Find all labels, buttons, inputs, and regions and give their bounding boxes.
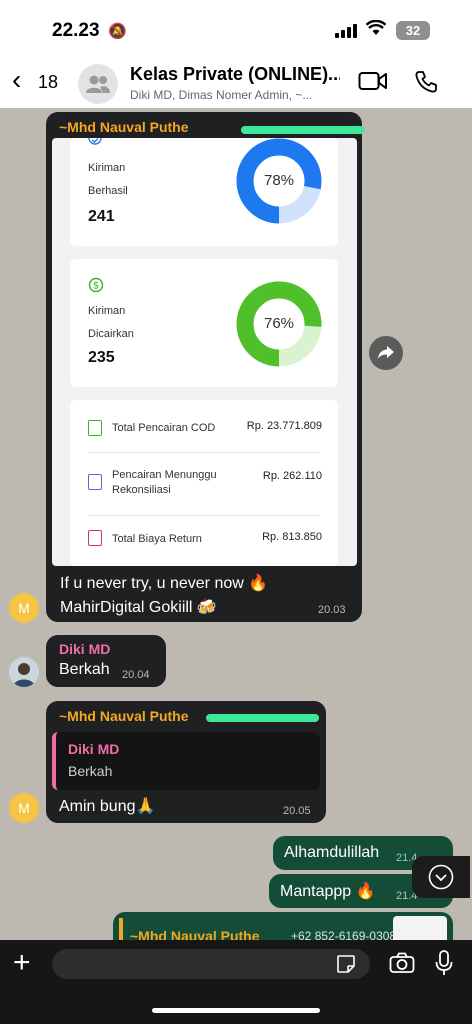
message-sender[interactable]: ~Mhd Nauval Puthe bbox=[59, 708, 189, 724]
document-return-icon bbox=[88, 530, 102, 546]
message-text: If u never try, u never now 🔥 bbox=[60, 575, 269, 592]
message-input[interactable] bbox=[52, 949, 370, 979]
clock: 22.23 bbox=[52, 20, 100, 41]
person-photo-icon bbox=[13, 663, 35, 687]
chat-header: ‹ 18 Kelas Private (ONLINE)... Diki MD, … bbox=[0, 58, 472, 108]
bell-muted-icon: 🔕 bbox=[108, 23, 127, 40]
quoted-text: Berkah bbox=[68, 763, 113, 779]
card-label: Kiriman bbox=[88, 305, 126, 317]
message-text: MahirDigital Gokiill 🍻 bbox=[60, 599, 217, 616]
chat-members[interactable]: Diki MD, Dimas Nomer Admin, ~... bbox=[130, 88, 340, 102]
battery-indicator: 32 bbox=[396, 21, 430, 40]
back-chevron-icon[interactable]: ‹ bbox=[12, 66, 21, 94]
message-text: Alhamdulillah bbox=[284, 844, 380, 861]
stat-card-berhasil: Kiriman Berhasil 241 78% bbox=[70, 138, 338, 246]
message-text: Mantappp 🔥 bbox=[280, 883, 376, 900]
wifi-icon bbox=[365, 19, 387, 41]
quoted-sender: Diki MD bbox=[68, 741, 120, 757]
forward-arrow-icon bbox=[378, 346, 394, 359]
status-bar: 22.23 🔕 32 bbox=[0, 0, 472, 58]
chevron-down-circle-icon bbox=[428, 864, 454, 890]
group-icon bbox=[86, 75, 110, 93]
unread-count[interactable]: 18 bbox=[38, 72, 58, 93]
summary-label: Total Pencairan COD bbox=[112, 422, 216, 434]
group-avatar[interactable] bbox=[78, 64, 118, 104]
message-text: Berkah bbox=[59, 661, 110, 678]
message-sender[interactable]: Diki MD bbox=[59, 641, 110, 657]
summary-value: Rp. 262.110 bbox=[262, 470, 322, 482]
divider bbox=[88, 515, 320, 516]
svg-text:$: $ bbox=[93, 281, 99, 292]
donut-chart-dicairkan: 76% bbox=[236, 281, 322, 367]
summary-value: Rp. 23.771.809 bbox=[246, 420, 322, 432]
sender-avatar-photo[interactable] bbox=[9, 657, 39, 687]
microphone-icon[interactable] bbox=[435, 950, 453, 981]
donut-percent: 78% bbox=[263, 172, 295, 189]
check-circle-icon bbox=[88, 138, 102, 145]
sender-avatar[interactable]: M bbox=[9, 793, 39, 823]
message-time: 20.04 bbox=[122, 669, 150, 681]
quoted-message[interactable]: Diki MD Berkah bbox=[52, 732, 320, 790]
phone-redaction-mark bbox=[241, 126, 365, 134]
home-indicator bbox=[152, 1008, 320, 1013]
donut-chart-berhasil: 78% bbox=[236, 138, 322, 224]
summary-label: Total Biaya Return bbox=[112, 533, 202, 545]
message-text: Amin bung🙏 bbox=[59, 798, 156, 815]
chat-title[interactable]: Kelas Private (ONLINE)... bbox=[130, 64, 340, 85]
phone-redaction-mark bbox=[206, 714, 319, 722]
signal-icon bbox=[335, 24, 359, 38]
sender-avatar[interactable]: M bbox=[9, 593, 39, 623]
card-label: Dicairkan bbox=[88, 328, 134, 340]
document-clock-icon bbox=[88, 474, 102, 490]
donut-percent: 76% bbox=[263, 315, 295, 332]
phone-call-icon[interactable] bbox=[414, 70, 438, 99]
divider bbox=[88, 452, 320, 453]
summary-label: Pencairan Menunggu Rekonsiliasi bbox=[112, 469, 217, 496]
dollar-circle-icon: $ bbox=[88, 277, 104, 293]
card-value: 235 bbox=[88, 349, 115, 366]
document-check-icon bbox=[88, 420, 102, 436]
message-time: 20.05 bbox=[283, 805, 311, 817]
card-value: 241 bbox=[88, 208, 115, 225]
camera-icon[interactable] bbox=[389, 952, 415, 979]
card-label: Berhasil bbox=[88, 185, 128, 197]
message-bubble[interactable]: Diki MD Berkah 20.04 bbox=[46, 635, 166, 687]
sticker-icon[interactable] bbox=[336, 954, 356, 979]
message-bubble-reply[interactable]: ~Mhd Nauval Puthe Diki MD Berkah Amin bu… bbox=[46, 701, 326, 823]
summary-value: Rp. 813.850 bbox=[262, 531, 322, 543]
plus-icon[interactable]: + bbox=[13, 948, 31, 978]
forward-button[interactable] bbox=[369, 336, 403, 370]
summary-card: Total Pencairan COD Rp. 23.771.809 Penca… bbox=[70, 400, 338, 566]
dashboard-screenshot[interactable]: Kiriman Berhasil 241 78% $ Kiriman Dicai… bbox=[52, 138, 357, 566]
message-time: 20.03 bbox=[318, 604, 346, 616]
scroll-to-bottom-button[interactable] bbox=[412, 856, 470, 898]
stat-card-dicairkan: $ Kiriman Dicairkan 235 76% bbox=[70, 259, 338, 387]
video-call-icon[interactable] bbox=[358, 70, 388, 97]
message-sender[interactable]: ~Mhd Nauval Puthe bbox=[59, 119, 189, 135]
card-label: Kiriman bbox=[88, 162, 126, 174]
